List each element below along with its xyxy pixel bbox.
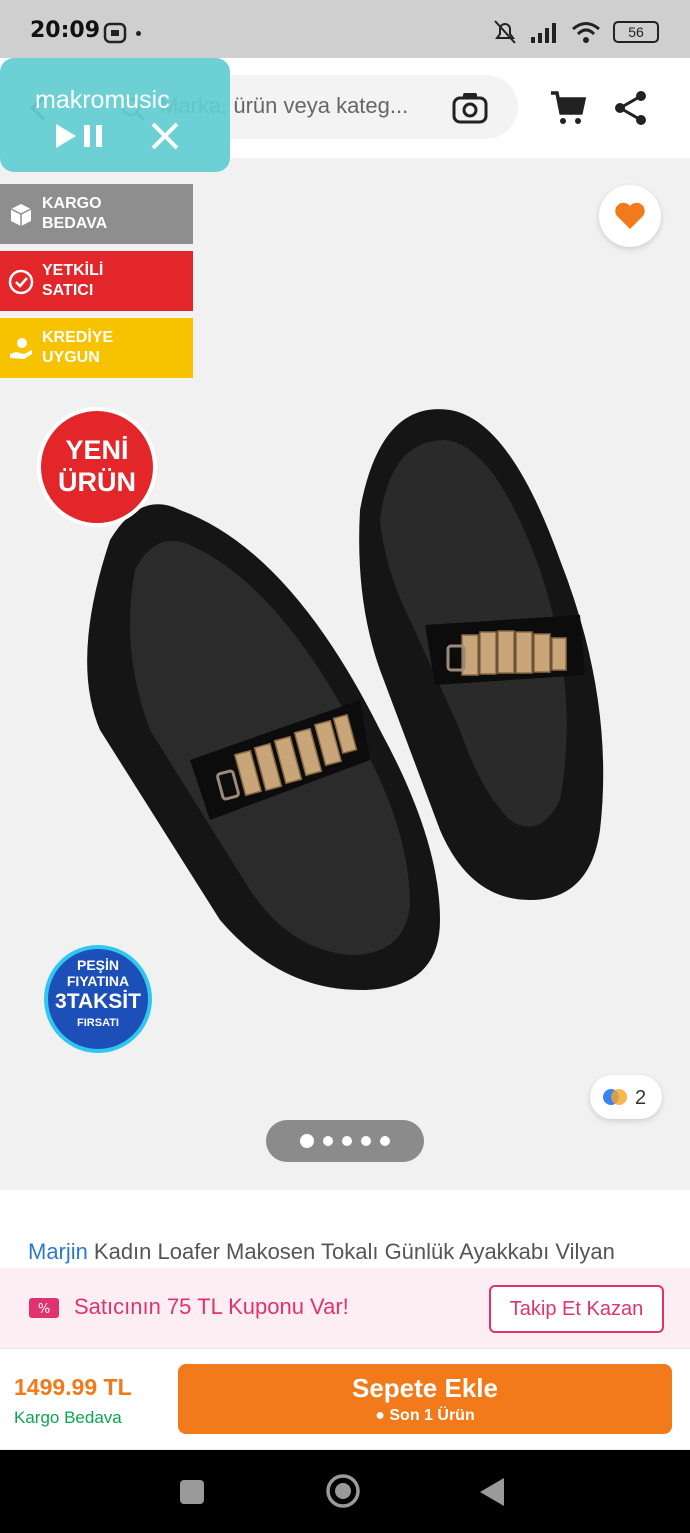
color-count: 2	[635, 1087, 647, 1109]
nav-back-icon[interactable]	[478, 1476, 506, 1508]
new-badge-line1: YENİ	[65, 435, 129, 465]
mute-icon	[494, 20, 516, 44]
installment-line3: 3TAKSİT	[55, 990, 141, 1013]
follow-earn-button[interactable]: Takip Et Kazan	[489, 1285, 664, 1333]
share-icon[interactable]	[612, 89, 650, 127]
stock-label: ● Son 1 Ürün	[375, 1407, 475, 1424]
free-shipping-badge: KARGO BEDAVA	[0, 184, 193, 244]
add-to-cart-label: Sepete Ekle	[352, 1373, 498, 1403]
battery-level: 56	[628, 24, 644, 40]
pager-dot[interactable]	[361, 1136, 371, 1146]
color-swatch-icon	[603, 1089, 627, 1105]
badge-line2: UYGUN	[42, 349, 100, 366]
music-widget[interactable]	[0, 58, 230, 172]
heart-icon	[615, 202, 645, 229]
pager-dot[interactable]	[300, 1134, 314, 1148]
status-icons: 56	[493, 18, 659, 46]
color-options-button[interactable]: 2	[590, 1075, 662, 1119]
badge-line1: KREDİYE	[42, 329, 114, 346]
recents-icon[interactable]	[178, 1478, 206, 1506]
product-title: Marjin Kadın Loafer Makosen Tokalı Günlük…	[28, 1234, 658, 1270]
pager-dot[interactable]	[342, 1136, 352, 1146]
price: 1499.99 TL	[14, 1374, 132, 1400]
signal-icon	[531, 23, 556, 43]
stock-text: Son 1 Ürün	[389, 1407, 475, 1424]
product-title-section: Marjin Kadın Loafer Makosen Tokalı Günlük…	[0, 1190, 690, 1270]
image-pager[interactable]	[266, 1120, 424, 1162]
badge-line2: SATICI	[42, 282, 94, 299]
badge-line1: KARGO	[42, 195, 102, 212]
status-time: 20:09	[30, 18, 101, 43]
home-icon[interactable]	[324, 1472, 362, 1510]
coupon-icon: %	[29, 1298, 59, 1318]
pager-dot[interactable]	[323, 1136, 333, 1146]
play-pause-icon[interactable]	[54, 122, 110, 150]
hand-coin-icon	[10, 338, 32, 359]
badge-line1: YETKİLİ	[42, 262, 104, 279]
shipping-info: Kargo Bedava	[14, 1408, 122, 1427]
cart-icon[interactable]	[549, 89, 587, 127]
coupon-text: Satıcının 75 TL Kuponu Var!	[74, 1294, 349, 1319]
music-widget-title: makromusic	[35, 86, 170, 114]
camera-icon[interactable]	[451, 89, 489, 127]
dot-indicator	[136, 31, 141, 36]
installment-badge: PEŞİN FIYATINA 3TAKSİT FIRSATI	[42, 945, 154, 1055]
installment-line2: FIYATINA	[66, 973, 130, 989]
credit-eligible-badge: KREDİYE UYGUN	[0, 318, 193, 378]
authorized-seller-badge: YETKİLİ SATICI	[0, 251, 193, 311]
add-to-cart-button[interactable]: Sepete Ekle ● Son 1 Ürün	[178, 1364, 672, 1434]
close-icon[interactable]	[150, 121, 180, 151]
badge-line2: BEDAVA	[42, 215, 108, 232]
pager-dot[interactable]	[380, 1136, 390, 1146]
notification-icon	[103, 22, 127, 44]
svg-text:%: %	[38, 1302, 50, 1317]
brand-link[interactable]: Marjin	[28, 1239, 88, 1264]
favorite-button[interactable]	[599, 185, 661, 247]
battery-icon: 56	[613, 21, 659, 43]
installment-line4: FIRSATI	[77, 1017, 119, 1029]
verified-icon	[8, 269, 34, 295]
installment-line1: PEŞİN	[76, 957, 119, 973]
new-badge-line2: ÜRÜN	[58, 467, 136, 497]
product-name: Kadın Loafer Makosen Tokalı Günlük Ayakk…	[93, 1239, 615, 1264]
wifi-icon	[572, 22, 600, 43]
box-icon	[10, 204, 32, 226]
new-product-badge: YENİ ÜRÜN	[36, 406, 158, 528]
